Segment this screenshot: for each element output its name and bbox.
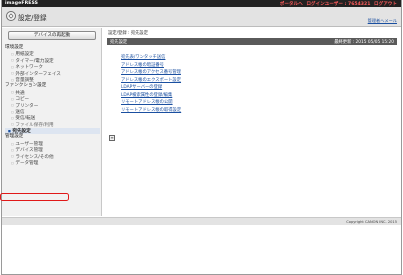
link-remote-fetch[interactable]: リモートアドレス帳の取得設定 — [121, 107, 361, 115]
breadcrumb: 設定/登録 : 宛先設定 — [108, 31, 149, 36]
page-header: 設定/登録 管理者へメール — [2, 7, 401, 27]
link-onetouch[interactable]: 宛先表/ワンタッチ送信 — [121, 54, 361, 62]
sidebar-item-data-management[interactable]: データ管理 — [5, 160, 100, 166]
panel-header: 宛先設定 最終更新 : 2015 05/05 15:20 — [107, 38, 397, 45]
link-address-export[interactable]: アドレス帳のエクスポート設定 — [121, 77, 361, 85]
copyright: Copyright CANON INC. 2015 — [346, 219, 397, 224]
panel-title: 宛先設定 — [110, 40, 128, 45]
admin-mail-link[interactable]: 管理者へメール — [368, 18, 397, 24]
window-frame: imageFRESS ポータルへ ログインユーザー : 7654321 ログアウ… — [0, 0, 402, 275]
settings-link-list: 宛先表/ワンタッチ送信 アドレス帳の暗証番号 アドレス帳のアクセス番号管理 アド… — [121, 54, 361, 114]
sidebar-menu: 環境設定 用紙設定 タイマー/電力設定 ネットワーク 外部インターフェイス 音量… — [5, 45, 100, 166]
top-bar: imageFRESS ポータルへ ログインユーザー : 7654321 ログアウ… — [2, 0, 401, 7]
link-ldap-attributes[interactable]: LDAP検索属性の登録/編集 — [121, 92, 361, 100]
settings-home-icon[interactable] — [6, 11, 16, 21]
restart-device-button[interactable]: デバイスの再起動 — [8, 31, 96, 40]
footer: Copyright CANON INC. 2015 — [2, 217, 401, 225]
main-content: 設定/登録 : 宛先設定 宛先設定 最終更新 : 2015 05/05 15:2… — [103, 28, 401, 216]
link-address-access[interactable]: アドレス帳のアクセス番号管理 — [121, 69, 361, 77]
link-address-pin[interactable]: アドレス帳の暗証番号 — [121, 62, 361, 70]
collapse-icon[interactable]: ≡ — [109, 135, 115, 141]
link-ldap-server[interactable]: LDAPサーバーの登録 — [121, 84, 361, 92]
sidebar: デバイスの再起動 環境設定 用紙設定 タイマー/電力設定 ネットワーク 外部イン… — [0, 28, 102, 216]
link-remote-publish[interactable]: リモートアドレス帳の公開 — [121, 99, 361, 107]
brand-logo: imageFRESS — [5, 1, 39, 6]
page-title: 設定/登録 — [18, 14, 47, 22]
last-updated: 最終更新 : 2015 05/05 15:20 — [334, 40, 394, 45]
selection-highlight — [0, 193, 69, 201]
